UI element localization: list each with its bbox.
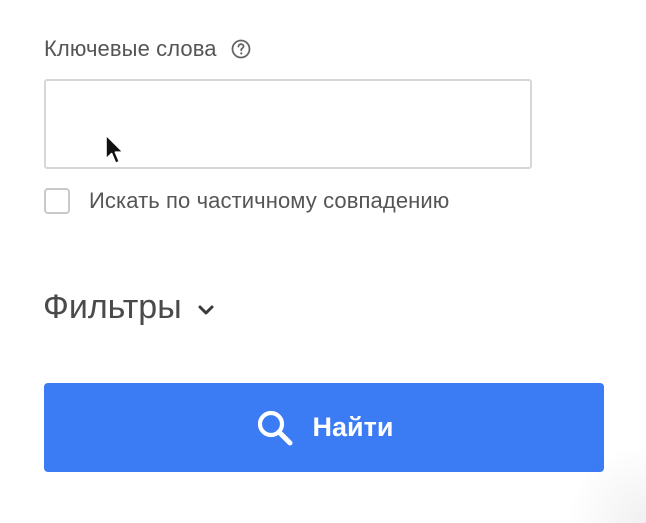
chevron-down-icon[interactable] bbox=[196, 300, 216, 320]
keywords-label: Ключевые слова bbox=[44, 36, 217, 61]
partial-match-row[interactable]: Искать по частичному совпадению bbox=[44, 188, 449, 214]
filters-toggle[interactable]: Фильтры bbox=[43, 288, 216, 327]
partial-match-label[interactable]: Искать по частичному совпадению bbox=[89, 188, 449, 214]
keywords-label-row: Ключевые слова bbox=[44, 36, 251, 62]
search-button[interactable]: Найти bbox=[44, 383, 604, 472]
keywords-input[interactable] bbox=[44, 79, 532, 169]
question-circle-icon[interactable] bbox=[231, 39, 251, 59]
search-button-label: Найти bbox=[312, 412, 394, 442]
search-icon bbox=[255, 408, 295, 448]
filters-title[interactable]: Фильтры bbox=[43, 288, 182, 327]
partial-match-checkbox[interactable] bbox=[44, 188, 70, 214]
